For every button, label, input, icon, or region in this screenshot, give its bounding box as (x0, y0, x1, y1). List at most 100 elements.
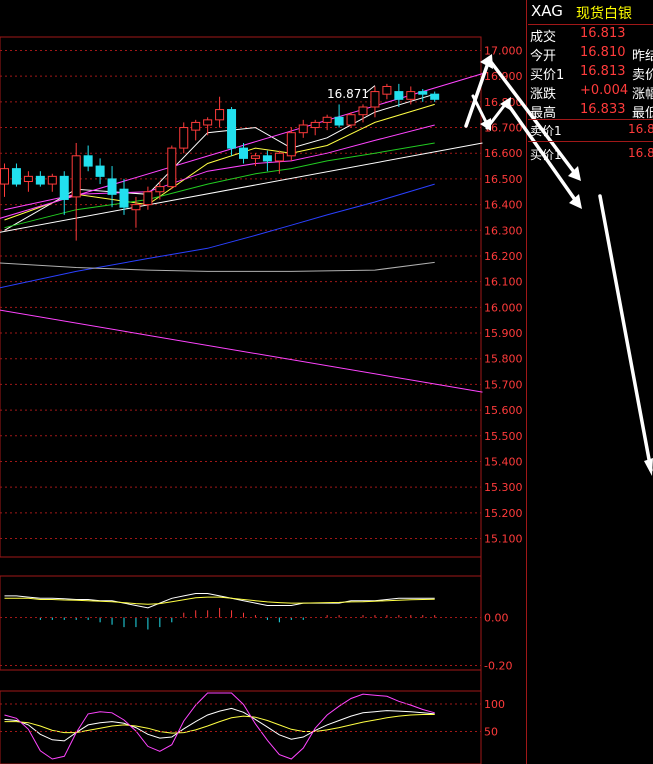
quote-row-label-2: 卖价 (632, 68, 653, 83)
symbol-name: 现货白银 (576, 6, 632, 22)
candle-body (71, 155, 81, 198)
price-tick-label: 16.300 (484, 224, 523, 237)
candle (346, 112, 356, 128)
macd-tick-label: 0.00 (484, 612, 509, 625)
candle (47, 173, 57, 192)
price-tick-label: 16.000 (484, 301, 523, 314)
candle-body (430, 93, 440, 100)
candle-body (346, 114, 356, 126)
quote-row-label-2: 昨结 (632, 49, 653, 64)
candle-body (23, 175, 33, 182)
price-tick-label: 16.500 (484, 173, 523, 186)
candle (179, 122, 189, 154)
candle-body (119, 188, 129, 208)
price-tick-label: 16.400 (484, 199, 523, 212)
candle (310, 119, 320, 136)
candlesticks (0, 83, 440, 241)
candle (322, 114, 332, 131)
order-book-label: 卖价1 (530, 124, 562, 138)
candle-body (298, 124, 308, 134)
candle-body (35, 175, 45, 185)
candle-body (83, 155, 93, 167)
candle-body (322, 116, 332, 123)
macd-frame (0, 575, 482, 671)
price-tick-label: 16.600 (484, 147, 523, 160)
candle (95, 158, 105, 185)
candle-body (394, 91, 404, 100)
candle-body (0, 168, 9, 185)
candle-body (11, 168, 21, 185)
candle (298, 119, 308, 138)
candle (59, 171, 69, 215)
candle (11, 163, 21, 187)
symbol-code: XAG (531, 2, 563, 20)
candle-body (179, 127, 189, 149)
candle-body (155, 186, 165, 193)
candle-body (203, 119, 213, 126)
macd-tick-label: -0.20 (484, 660, 512, 673)
panel-frames (0, 0, 527, 764)
quote-header: XAG 现货白银 (528, 0, 653, 24)
candle-body (334, 116, 344, 126)
quote-row: 成交 16.813 (528, 25, 653, 45)
price-grid (0, 50, 481, 539)
candle-body (418, 91, 428, 95)
candle-body (406, 91, 416, 100)
quote-row-value: 16.813 (580, 26, 626, 41)
candle (83, 145, 93, 172)
price-tick-label: 15.700 (484, 378, 523, 391)
quote-row-label: 涨跌 (530, 87, 557, 102)
main-chart-frame (0, 36, 482, 558)
price-tick-label: 15.400 (484, 455, 523, 468)
price-tick-label: 15.200 (484, 507, 523, 520)
arrow-up-icon (464, 58, 491, 128)
kdj-tick-label: 100 (484, 698, 505, 711)
candle-body (382, 85, 392, 95)
candle (430, 91, 440, 102)
moving-average-line (0, 261, 435, 272)
candle-body (47, 175, 57, 185)
candle-body (262, 155, 272, 162)
quote-row-label-2: 涨幅 (632, 87, 653, 102)
price-tick-label: 15.300 (484, 481, 523, 494)
price-tick-label: 15.500 (484, 430, 523, 443)
price-tick-label: 15.900 (484, 327, 523, 340)
candle-body (143, 191, 153, 206)
quote-panel: XAG 现货白银 成交 16.813 今开 16.810 昨结 买价1 16.813 卖价 涨跌… (528, 0, 653, 764)
candle (23, 171, 33, 192)
order-book-row: 买价1 16.8 (528, 145, 653, 163)
price-tick-label: 15.600 (484, 404, 523, 417)
candle (370, 86, 380, 118)
moving-average-line (4, 142, 435, 229)
macd-indicator (4, 593, 436, 630)
quote-row: 涨跌 +0.004 涨幅 (528, 82, 653, 102)
candle (191, 119, 201, 141)
quote-row-value: 16.833 (580, 102, 626, 117)
candle-body (358, 106, 368, 116)
candle-body (191, 121, 201, 131)
candle (262, 150, 272, 172)
candle (143, 186, 153, 210)
quote-row-value: +0.004 (580, 83, 629, 98)
moving-average-line (0, 183, 435, 289)
order-book-label: 买价1 (530, 148, 562, 162)
kdj-j-line (4, 692, 435, 760)
candle-body (274, 152, 284, 162)
quote-row-value: 16.810 (580, 45, 626, 60)
candle-body (310, 121, 320, 129)
order-book-row: 卖价1 16.8 (528, 121, 653, 139)
order-book-value: 16.8 (628, 146, 653, 160)
candle (227, 107, 237, 156)
quote-row: 买价1 16.813 卖价 (528, 63, 653, 83)
candle-body (95, 165, 105, 177)
candle-body (131, 204, 141, 211)
candle (107, 166, 117, 208)
candle-body (59, 175, 69, 200)
candle (286, 127, 296, 161)
candle-body (215, 109, 225, 121)
moving-average-lines (0, 73, 483, 393)
quote-row: 今开 16.810 昨结 (528, 44, 653, 64)
kdj-tick-label: 50 (484, 726, 498, 739)
high-price-marker: 16.871 (327, 85, 376, 101)
candle (215, 96, 225, 128)
